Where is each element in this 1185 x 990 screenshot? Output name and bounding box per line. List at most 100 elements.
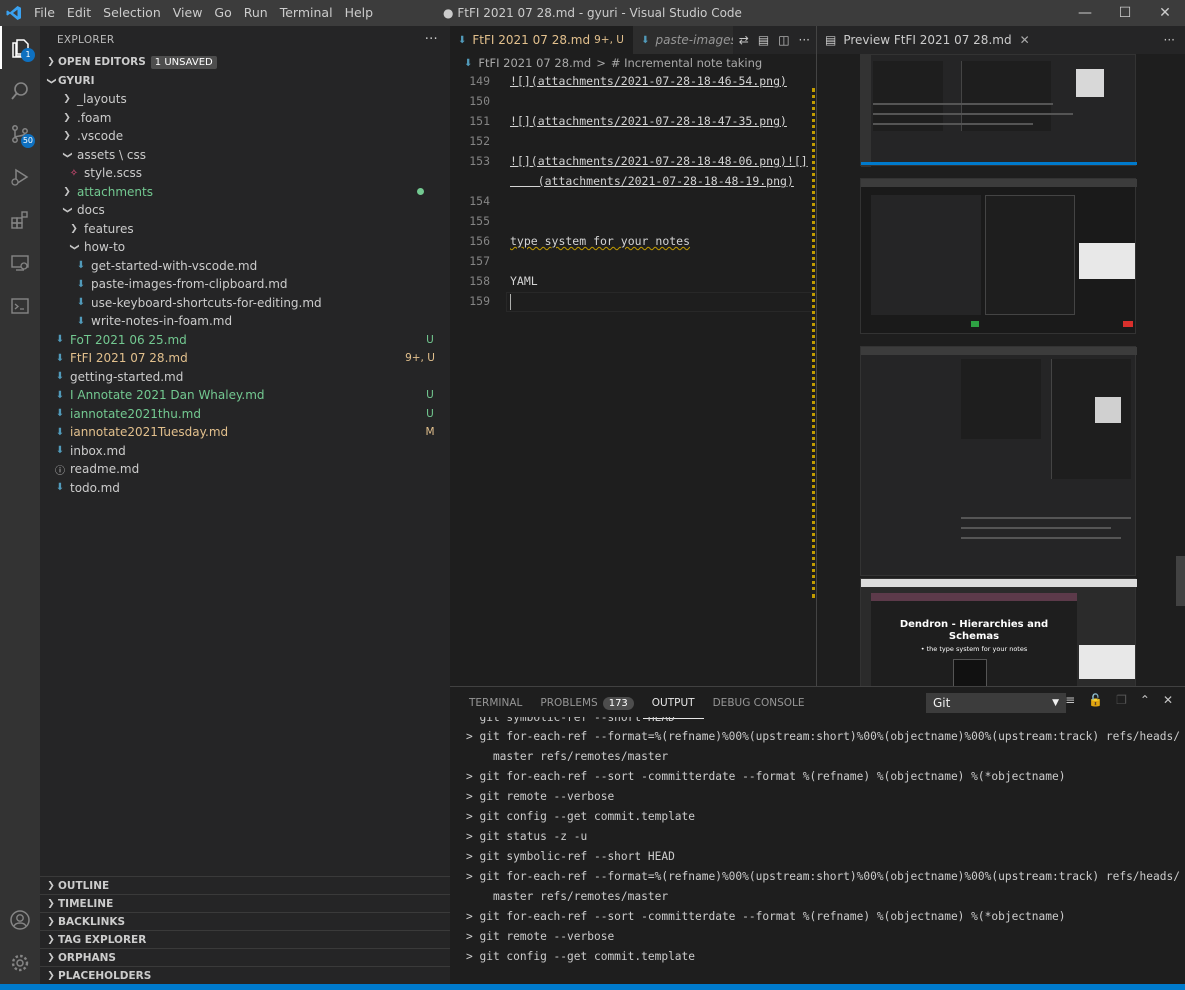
file-item[interactable]: ⓘ readme.md	[40, 460, 450, 479]
close-preview-icon[interactable]: ✕	[1020, 33, 1030, 47]
file-item[interactable]: ⬇ iannotate2021Tuesday.md M	[40, 423, 450, 442]
tree-item-label: features	[84, 221, 134, 236]
breadcrumb-symbol[interactable]: # Incremental note taking	[611, 56, 762, 70]
scm-badge: 50	[20, 134, 35, 148]
section-outline[interactable]: ❯ OUTLINE	[40, 876, 450, 894]
file-item[interactable]: ⬇ getting-started.md	[40, 368, 450, 387]
scss-file-icon: ✧	[69, 167, 79, 179]
more-actions-icon[interactable]: ···	[799, 33, 810, 47]
file-item[interactable]: ⬇ write-notes-in-foam.md	[40, 312, 450, 331]
tab-terminal[interactable]: TERMINAL	[460, 687, 531, 719]
maximize-panel-icon[interactable]: ⌃	[1140, 693, 1150, 707]
tree-item-label: iannotate2021Tuesday.md	[70, 425, 229, 440]
folder-item[interactable]: ❯ .foam	[40, 109, 450, 128]
file-item[interactable]: ⬇ iannotate2021thu.md U	[40, 405, 450, 424]
menu-item-file[interactable]: File	[28, 0, 61, 26]
section-backlinks[interactable]: ❯ BACKLINKS	[40, 912, 450, 930]
tab-output[interactable]: OUTPUT	[642, 687, 704, 719]
output-line: > git status -z -u	[466, 830, 588, 843]
explorer-more-button[interactable]: ···	[425, 32, 438, 47]
folder-item[interactable]: ❯ .vscode	[40, 127, 450, 146]
folder-item[interactable]: ❯ how-to	[40, 238, 450, 257]
markdown-file-icon: ⬇	[458, 34, 467, 46]
file-item[interactable]: ⬇ FoT 2021 06 25.md U	[40, 331, 450, 350]
folder-item[interactable]: ❯ attachments	[40, 183, 450, 202]
line-number: 155	[469, 214, 490, 228]
preview-more-icon[interactable]: ···	[1164, 33, 1175, 47]
activity-bar: 1 50	[0, 26, 40, 984]
code-editor[interactable]: 149 ![](attachments/2021-07-28-18-46-54.p…	[450, 72, 816, 686]
remote-explorer-activity[interactable]	[0, 241, 40, 284]
folder-item[interactable]: ❯ _layouts	[40, 90, 450, 109]
menu-item-edit[interactable]: Edit	[61, 0, 97, 26]
maximize-button[interactable]: ☐	[1105, 0, 1145, 26]
chevron-down-icon: ❯	[62, 150, 72, 159]
manage-activity[interactable]	[0, 941, 40, 984]
section-orphans[interactable]: ❯ ORPHANS	[40, 948, 450, 966]
output-line: > git for-each-ref --format=%(refname)%0…	[466, 730, 1180, 743]
chevron-down-icon: ❯	[69, 243, 79, 252]
menu-item-run[interactable]: Run	[238, 0, 274, 26]
file-item[interactable]: ⬇ I Annotate 2021 Dan Whaley.md U	[40, 386, 450, 405]
tree-item-label: I Annotate 2021 Dan Whaley.md	[70, 388, 265, 403]
tree-item-label: use-keyboard-shortcuts-for-editing.md	[91, 295, 322, 310]
explorer-header: EXPLORER	[57, 33, 115, 46]
open-preview-icon[interactable]: ▤	[758, 33, 769, 47]
output-log[interactable]: git symbolic-ref --short HEAD > git for-e…	[466, 717, 1180, 967]
file-item[interactable]: ⬇ FtFI 2021 07 28.md 9+, U	[40, 349, 450, 368]
problems-count-badge: 173	[602, 696, 634, 710]
split-editor-icon[interactable]: ◫	[778, 33, 789, 47]
file-item[interactable]: ⬇ use-keyboard-shortcuts-for-editing.md	[40, 294, 450, 313]
folder-item[interactable]: ❯ docs	[40, 201, 450, 220]
close-panel-icon[interactable]: ✕	[1163, 693, 1173, 707]
open-changes-icon[interactable]: ⇄	[739, 33, 749, 47]
preview-scrollbar[interactable]	[1176, 556, 1185, 606]
menu-item-selection[interactable]: Selection	[97, 0, 167, 26]
file-item[interactable]: ⬇ paste-images-from-clipboard.md	[40, 275, 450, 294]
minimize-button[interactable]: —	[1065, 0, 1105, 26]
tab-problems[interactable]: PROBLEMS 173	[531, 687, 642, 719]
menu-item-go[interactable]: Go	[208, 0, 237, 26]
extensions-activity[interactable]	[0, 198, 40, 241]
preview-tab-label[interactable]: Preview FtFI 2021 07 28.md	[843, 33, 1011, 47]
file-item[interactable]: ⬇ inbox.md	[40, 442, 450, 461]
section-timeline[interactable]: ❯ TIMELINE	[40, 894, 450, 912]
output-channel-select[interactable]: Git ▼	[926, 693, 1066, 713]
accounts-activity[interactable]	[0, 898, 40, 941]
source-control-activity[interactable]: 50	[0, 112, 40, 155]
modified-dot-icon	[400, 186, 440, 198]
output-channel-value: Git	[933, 696, 951, 710]
clear-output-icon[interactable]: ≡	[1065, 693, 1075, 707]
section-placeholders[interactable]: ❯ PLACEHOLDERS	[40, 966, 450, 984]
tab-paste-images[interactable]: ⬇ paste-images-fr	[633, 26, 733, 54]
run-debug-activity[interactable]	[0, 155, 40, 198]
menu-item-terminal[interactable]: Terminal	[274, 0, 339, 26]
menu-item-help[interactable]: Help	[339, 0, 380, 26]
file-item[interactable]: ⬇ todo.md	[40, 479, 450, 498]
folder-item[interactable]: ❯ assets \ css	[40, 146, 450, 165]
chevron-right-icon: ❯	[70, 223, 78, 234]
tab-ftfi-2021-07-28[interactable]: ⬇ FtFI 2021 07 28.md 9+, U ●	[450, 26, 634, 54]
terminal-activity[interactable]	[0, 284, 40, 327]
file-item[interactable]: ⬇ get-started-with-vscode.md	[40, 257, 450, 276]
section-tag-explorer[interactable]: ❯ TAG EXPLORER	[40, 930, 450, 948]
chevron-right-icon: ❯	[63, 112, 71, 123]
lock-icon[interactable]: 🔓	[1088, 693, 1103, 707]
markdown-file-icon: ⬇	[76, 260, 86, 272]
output-line: > git config --get commit.template	[466, 950, 696, 963]
folder-item[interactable]: ❯ features	[40, 220, 450, 239]
file-item[interactable]: ✧ style.scss	[40, 164, 450, 183]
git-status-badge: U	[426, 333, 434, 346]
open-editors-section[interactable]: ❯ OPEN EDITORS 1 UNSAVED	[40, 53, 450, 71]
tab-debug-console[interactable]: DEBUG CONSOLE	[704, 687, 814, 719]
close-window-button[interactable]: ✕	[1145, 0, 1185, 26]
workspace-root-section[interactable]: ❯ GYURI	[40, 72, 450, 90]
breadcrumb-file[interactable]: FtFI 2021 07 28.md	[478, 56, 591, 70]
tree-item-label: FtFI 2021 07 28.md	[70, 351, 188, 366]
open-log-icon[interactable]: ❐	[1116, 693, 1127, 707]
search-activity[interactable]	[0, 69, 40, 112]
explorer-activity[interactable]: 1	[0, 26, 40, 69]
tree-item-label: assets \ css	[77, 147, 146, 162]
menu-item-view[interactable]: View	[167, 0, 209, 26]
markdown-preview[interactable]: Dendron - Hierarchies and Schemas • the …	[816, 54, 1185, 686]
